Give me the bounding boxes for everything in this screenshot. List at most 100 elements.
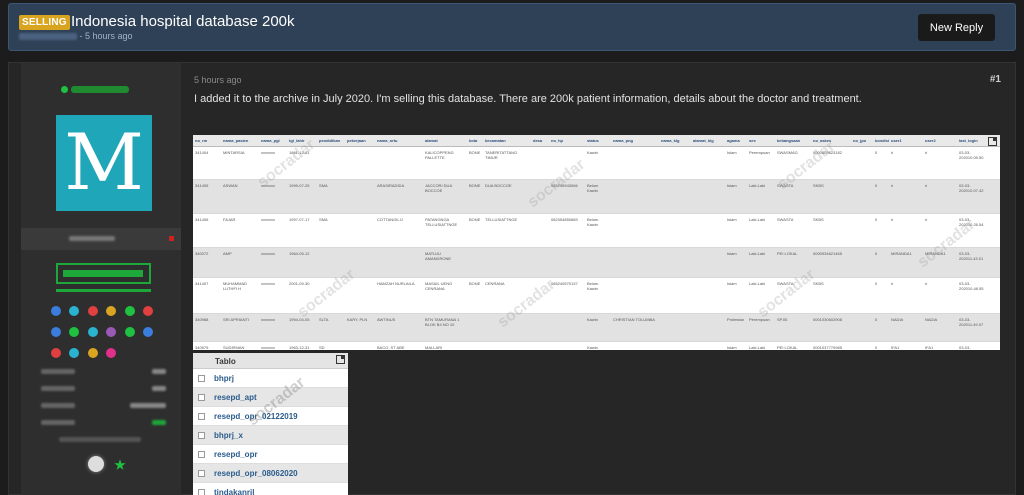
db-cell: ARASIRADIDA (377, 183, 405, 188)
db-cell: MATUJU AMANDRONE (425, 251, 452, 261)
table-name-link[interactable]: resepd_apt (214, 393, 257, 402)
db-cell: 1861-12-01 (289, 150, 310, 155)
db-cell: Laki-Laki (749, 251, 766, 256)
author-name-redacted[interactable] (19, 33, 77, 41)
db-cell: SUDIRMAN (223, 345, 245, 350)
table-row: 340988 SRI APRIANTI xxxxxxx 1994-04-05 SLTA K… (193, 314, 1000, 342)
db-cell (549, 147, 585, 179)
expand-image-icon[interactable] (336, 355, 345, 364)
db-cell: DUA BOCCOE (485, 183, 512, 188)
table-row: 341405 ASWAN xxxxxxx 1999-07-25 SMA ARASIRADI… (193, 180, 1000, 214)
db-cell: Belum Kawin (587, 281, 599, 291)
db-cell: KARY. PLN (347, 317, 368, 322)
db-cell: 1994-04-05 (289, 317, 310, 322)
db-column-header: no_askes (813, 138, 832, 143)
award-icon (124, 306, 135, 316)
db-cell: Laki-Laki (749, 217, 766, 222)
db-cell (345, 342, 375, 350)
db-column-header: no_hp (551, 138, 563, 143)
stat-row (41, 399, 166, 411)
award-icon (106, 327, 117, 337)
db-column-header: nama_png (613, 138, 634, 143)
table-name-link[interactable]: tindakanrjl (214, 488, 254, 495)
user-link-redacted[interactable] (59, 437, 141, 442)
db-cell (531, 342, 549, 350)
username-redacted[interactable] (69, 236, 115, 241)
tablo-screenshot[interactable]: Tablo bhprj resepd_apt resepd_opr_02122019… (193, 353, 348, 495)
db-cell (691, 180, 725, 213)
avatar-letter: M (64, 118, 144, 208)
row-checkbox[interactable] (198, 431, 205, 439)
db-cell: ri (925, 281, 928, 286)
table-name-link[interactable]: resepd_opr_08062020 (214, 469, 298, 478)
db-cell: IFA1 (891, 345, 900, 350)
row-checkbox[interactable] (198, 488, 205, 495)
row-checkbox[interactable] (198, 450, 205, 458)
db-column-header: no_jpo (853, 138, 867, 143)
db-cell (375, 147, 423, 179)
list-item[interactable]: bhprj (193, 369, 348, 388)
row-checkbox[interactable] (198, 374, 205, 382)
stat-row (41, 382, 166, 394)
row-checkbox[interactable] (198, 469, 205, 477)
db-cell: BONE (469, 281, 481, 286)
db-cell (691, 248, 725, 277)
db-cell (345, 214, 375, 247)
db-cell: 0 (875, 183, 878, 188)
row-checkbox[interactable] (198, 412, 205, 420)
db-cell (317, 147, 345, 179)
db-cell: 082354850689 (551, 217, 578, 222)
db-cell: Perempuan (749, 317, 770, 322)
award-icon (69, 348, 80, 358)
expand-image-icon[interactable] (988, 137, 997, 146)
db-cell: MIRANDA1 (925, 251, 946, 256)
db-cell (531, 214, 549, 247)
db-cell (549, 342, 585, 350)
db-cell (483, 342, 531, 350)
db-cell: PATANGNGA TELLUSIATTNGE (425, 217, 458, 227)
table-name-link[interactable]: resepd_opr_02122019 (214, 412, 298, 421)
db-cell: Laki-Laki (749, 183, 766, 188)
award-icon (51, 348, 61, 358)
table-name-link[interactable]: bhprj (214, 374, 234, 383)
db-cell: JACCORI DUA BOCCOE (425, 183, 452, 193)
award-icon (69, 306, 80, 316)
db-cell: MINTARSIA (223, 150, 245, 155)
post-number-link[interactable]: #1 (990, 74, 1001, 85)
new-reply-button[interactable]: New Reply (918, 14, 995, 41)
db-cell (345, 278, 375, 313)
list-item[interactable]: resepd_opr_08062020 (193, 464, 348, 483)
db-table-header: no_rm nama_pasien nama_pgl tgl_lahir pendidi… (193, 135, 1000, 147)
db-cell: SKBS (813, 183, 824, 188)
db-cell (345, 147, 375, 179)
db-cell: 2001-09-30 (289, 281, 310, 286)
db-cell: 085245943066 (551, 183, 578, 188)
db-cell: COTTANGILIJ (377, 217, 403, 222)
db-cell: xxxxxxx (261, 345, 275, 350)
list-item[interactable]: bhprj_x (193, 426, 348, 445)
table-row: 341404 MINTARSIA xxxxxxx 1861-12-01 KALICOPP… (193, 147, 1000, 180)
avatar[interactable]: M (56, 115, 152, 211)
table-name-link[interactable]: resepd_opr (214, 450, 258, 459)
row-checkbox[interactable] (198, 393, 205, 401)
list-item[interactable]: resepd_opr (193, 445, 348, 464)
flag-icon (169, 236, 174, 241)
table-row: 341406 FAJAR xxxxxxx 1997-07-17 SMA COTTANGIL… (193, 214, 1000, 248)
db-cell (851, 314, 873, 341)
list-item[interactable]: resepd_apt (193, 388, 348, 407)
db-cell: BTN TAMURANA 1 BLOK B4 NO 10 (425, 317, 460, 327)
list-item[interactable]: resepd_opr_02122019 (193, 407, 348, 426)
post-time: 5 hours ago (194, 75, 242, 85)
db-cell: SWASTA (777, 183, 794, 188)
list-item[interactable]: tindakanrjl (193, 483, 348, 495)
db-column-header: alamat_klg (693, 138, 714, 143)
award-icons (49, 303, 159, 366)
db-column-header: alamat (425, 138, 438, 143)
db-cell: xxxxxxx (261, 183, 275, 188)
database-screenshot[interactable]: no_rm nama_pasien nama_pgl tgl_lahir pendidi… (193, 135, 1000, 350)
db-cell: 1964-05-12 (289, 251, 310, 256)
thread-time: 5 hours ago (85, 31, 133, 41)
star-icon (114, 459, 126, 470)
db-cell (375, 248, 423, 277)
table-name-link[interactable]: bhprj_x (214, 431, 243, 440)
